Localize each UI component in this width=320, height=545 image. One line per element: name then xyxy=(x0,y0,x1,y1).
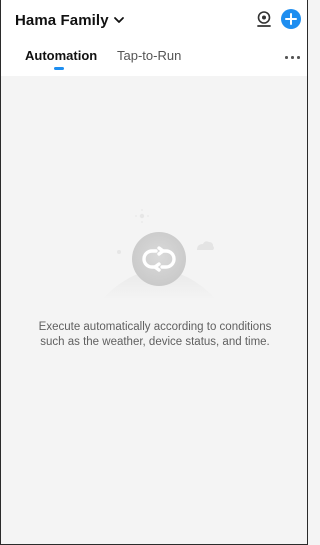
empty-state-illustration xyxy=(101,209,217,300)
empty-state-line-1: Execute automatically according to condi… xyxy=(38,321,272,333)
empty-state-message: Execute automatically according to condi… xyxy=(11,320,299,350)
add-button[interactable] xyxy=(281,9,301,29)
chevron-down-icon xyxy=(113,17,124,23)
home-name: Hama Family xyxy=(15,11,109,29)
app-frame: Hama Family Automation Tap-to-Run Execut… xyxy=(0,0,308,545)
tab-bar: Automation Tap-to-Run xyxy=(1,48,307,72)
home-selector[interactable]: Hama Family xyxy=(15,9,125,31)
more-icon[interactable] xyxy=(285,54,301,60)
camera-icon[interactable] xyxy=(255,10,273,28)
sun-icon xyxy=(139,213,145,219)
tab-automation[interactable]: Automation xyxy=(25,48,97,63)
cloud-icon xyxy=(197,241,214,250)
automation-loop-icon xyxy=(132,232,186,286)
empty-state-line-2: such as the weather, device status, and … xyxy=(40,336,270,348)
tab-tap-to-run[interactable]: Tap-to-Run xyxy=(117,48,181,63)
header: Hama Family Automation Tap-to-Run xyxy=(1,0,307,76)
active-tab-indicator xyxy=(54,67,64,70)
